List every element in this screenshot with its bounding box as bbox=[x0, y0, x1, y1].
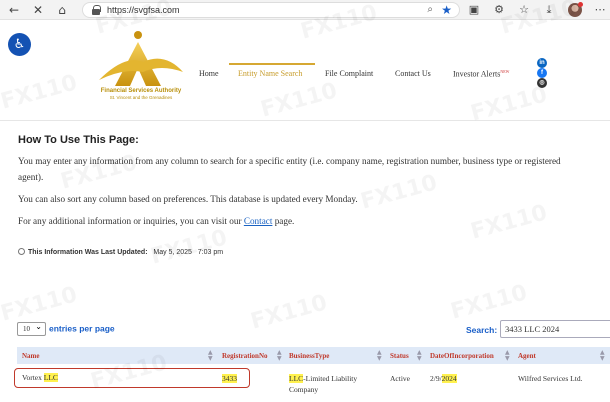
reg-no-match-highlight: 3433 bbox=[222, 374, 237, 383]
watermark: FX110 bbox=[258, 78, 340, 122]
back-icon[interactable]: ← bbox=[6, 2, 22, 18]
instructions-para-3: For any additional information or inquir… bbox=[18, 214, 294, 229]
updated-label: This Information Was Last Updated: bbox=[28, 249, 148, 256]
search-label: Search: bbox=[466, 325, 498, 335]
instructions-para-2: You can also sort any column based on pr… bbox=[18, 194, 358, 204]
downloads-icon[interactable]: ⤓ bbox=[541, 2, 557, 18]
sort-icon[interactable]: ▲ ▼ bbox=[505, 350, 510, 362]
menu-home[interactable]: Home bbox=[199, 69, 219, 78]
logo-title: Financial Services Authority bbox=[100, 88, 182, 94]
updated-time: 7:03 pm bbox=[197, 249, 224, 256]
close-icon[interactable]: ✕ bbox=[30, 2, 46, 18]
col-business-type[interactable]: BusinessType bbox=[289, 352, 329, 360]
more-menu-icon[interactable]: ⋯ bbox=[592, 2, 608, 18]
cell-agent: Wilfred Services Ltd. bbox=[518, 374, 583, 383]
header-divider bbox=[0, 120, 610, 121]
menu-contact-us[interactable]: Contact Us bbox=[395, 69, 431, 78]
col-date-of-incorporation[interactable]: DateOfIncorporation bbox=[430, 352, 494, 360]
active-menu-indicator bbox=[229, 63, 315, 65]
sort-icon[interactable]: ▲ ▼ bbox=[277, 350, 282, 362]
menu-file-complaint[interactable]: File Complaint bbox=[325, 69, 373, 78]
instagram-icon[interactable]: ◎ bbox=[537, 78, 547, 88]
favorites-icon[interactable]: ☆ bbox=[516, 2, 532, 18]
updated-date: May 5, 2025 bbox=[153, 249, 192, 256]
watermark: FX110 bbox=[0, 70, 80, 114]
watermark: FX110 bbox=[0, 282, 80, 326]
date-text: 2/9/ bbox=[430, 374, 442, 383]
notification-dot bbox=[578, 2, 583, 7]
menu-investor-alerts[interactable]: Investor AlertsNEW bbox=[453, 69, 509, 79]
cell-registration-no: 3433 bbox=[222, 374, 237, 383]
lock-icon bbox=[92, 5, 101, 15]
extensions-icon[interactable]: ⚙ bbox=[491, 2, 507, 18]
date-match-highlight: 2024 bbox=[441, 374, 457, 383]
para3-post: page. bbox=[272, 216, 295, 226]
search-input[interactable]: 3433 LLC 2024 bbox=[500, 320, 610, 338]
page-title: How To Use This Page: bbox=[18, 134, 139, 146]
col-status[interactable]: Status bbox=[390, 352, 409, 360]
facebook-icon[interactable]: f bbox=[537, 68, 547, 78]
entries-control: 10entries per page bbox=[17, 321, 115, 336]
sort-icon[interactable]: ▲ ▼ bbox=[208, 350, 213, 362]
contact-link[interactable]: Contact bbox=[244, 216, 273, 226]
last-updated: This Information Was Last Updated: May 5… bbox=[18, 248, 223, 256]
linkedin-icon[interactable]: in bbox=[537, 58, 547, 68]
instructions-para-1: You may enter any information from any c… bbox=[18, 156, 561, 166]
instructions-para-1-cont: agent). bbox=[18, 172, 44, 182]
sort-icon[interactable]: ▲ ▼ bbox=[600, 350, 605, 362]
col-agent[interactable]: Agent bbox=[518, 352, 536, 360]
cell-name[interactable]: Vortex LLC bbox=[22, 373, 58, 382]
col-registration-no[interactable]: RegistrationNo bbox=[222, 352, 268, 360]
screenshot-icon[interactable]: ▣ bbox=[466, 2, 482, 18]
address-bar[interactable]: https://svgfsa.com ⌕ ★ bbox=[82, 2, 460, 18]
watermark: FX110 bbox=[468, 200, 550, 244]
sort-icon[interactable]: ▲ ▼ bbox=[377, 350, 382, 362]
home-icon[interactable]: ⌂ bbox=[54, 2, 70, 18]
watermark: FX110 bbox=[248, 290, 330, 334]
para3-pre: For any additional information or inquir… bbox=[18, 216, 244, 226]
name-text: Vortex bbox=[22, 373, 44, 382]
clock-icon bbox=[18, 248, 25, 255]
investor-alerts-label: Investor Alerts bbox=[453, 69, 501, 79]
btype-text: -Limited Liability bbox=[303, 374, 358, 383]
cell-date: 2/9/2024 bbox=[430, 374, 457, 383]
entries-per-page-select[interactable]: 10 bbox=[17, 321, 46, 336]
btype-match-highlight: LLC bbox=[289, 374, 304, 383]
cell-business-type: LLC-Limited Liability Company bbox=[289, 373, 357, 395]
entries-label: entries per page bbox=[49, 323, 115, 334]
menu-entity-name-search[interactable]: Entity Name Search bbox=[238, 69, 302, 78]
col-name[interactable]: Name bbox=[22, 352, 40, 360]
accessibility-icon[interactable]: ♿ bbox=[8, 33, 31, 56]
cell-status: Active bbox=[390, 374, 410, 383]
favorite-star-icon[interactable]: ★ bbox=[441, 2, 452, 18]
name-match-highlight: LLC bbox=[43, 373, 58, 382]
browser-toolbar: ← ✕ ⌂ https://svgfsa.com ⌕ ★ ▣ ⚙ ☆ ⤓ ⋯ bbox=[0, 0, 610, 20]
zoom-icon[interactable]: ⌕ bbox=[427, 3, 433, 17]
logo-subtitle: St. Vincent and the Grenadines bbox=[109, 95, 173, 100]
sort-icon[interactable]: ▲ ▼ bbox=[417, 350, 422, 362]
btype-text-2: Company bbox=[289, 385, 319, 394]
watermark: FX110 bbox=[358, 170, 440, 214]
new-badge: NEW bbox=[500, 69, 510, 74]
url-text: https://svgfsa.com bbox=[107, 5, 180, 15]
watermark: FX110 bbox=[448, 280, 530, 324]
